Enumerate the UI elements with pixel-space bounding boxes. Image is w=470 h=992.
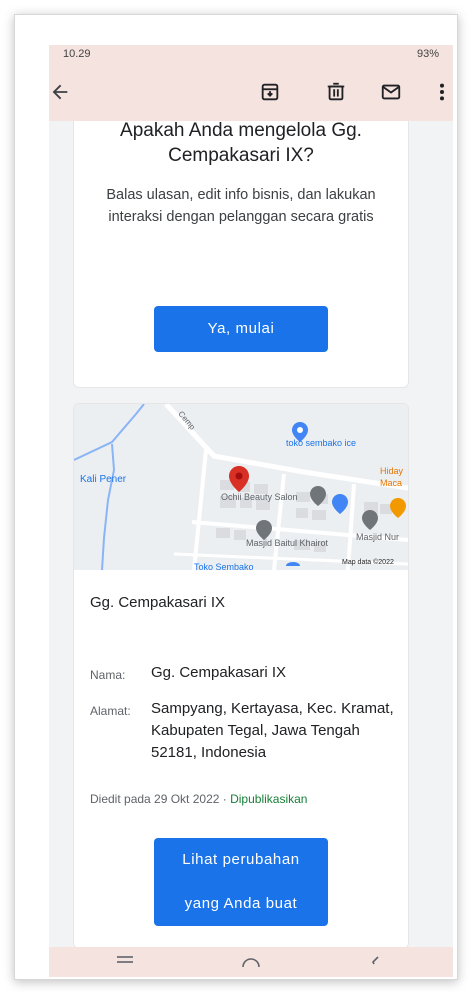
place-title: Gg. Cempakasari IX — [90, 594, 226, 611]
address-label: Alamat: — [90, 704, 131, 718]
map-label-kali-pener: Kali Pener — [80, 474, 127, 485]
map-label-masjid-nur: Masjid Nur — [356, 532, 400, 542]
email-content: Apakah Anda mengelola Gg. Cempakasari IX… — [49, 121, 453, 947]
back-button[interactable] — [49, 77, 75, 107]
home-circle-icon — [242, 958, 260, 967]
mail-button[interactable] — [376, 77, 406, 107]
more-vert-icon — [439, 83, 445, 101]
address-value: Sampyang, Kertayasa, Kec. Kramat, Kabupa… — [151, 700, 394, 761]
map-data-attribution: Map data ©2022 — [342, 559, 394, 566]
claim-business-card: Apakah Anda mengelola Gg. Cempakasari IX… — [73, 121, 409, 388]
arrow-left-icon — [52, 84, 68, 100]
map-graphic — [74, 404, 408, 570]
more-options-button[interactable] — [427, 77, 453, 107]
name-row: Nama: Gg. Cempakasari IX — [90, 662, 397, 686]
claim-headline: Apakah Anda mengelola Gg. Cempakasari IX… — [120, 121, 362, 166]
archive-icon — [261, 83, 279, 101]
recent-apps-button[interactable] — [113, 953, 137, 977]
delete-button[interactable] — [321, 77, 351, 107]
map-label-toko-sembako: Toko Sembako — [194, 562, 254, 570]
place-card: Kali Pener toko sembako ice Ochii Beauty… — [73, 403, 409, 947]
view-changes-line1: Lihat perubahan — [182, 851, 300, 868]
start-button[interactable]: Ya, mulai — [154, 306, 328, 352]
back-nav-button[interactable] — [363, 953, 387, 977]
view-changes-button[interactable]: Lihat perubahan yang Anda buat — [154, 838, 328, 926]
back-chevron-icon — [372, 956, 379, 965]
claim-subtitle: Balas ulasan, edit info bisnis, dan laku… — [106, 187, 376, 225]
map-label-hiday: Hiday — [380, 466, 404, 476]
map-label-ochii: Ochii Beauty Salon — [221, 492, 298, 502]
gmail-toolbar — [49, 63, 453, 121]
status-bar: 10.29 93% — [49, 45, 453, 63]
home-button[interactable] — [239, 953, 263, 977]
map-label-toko-sembako-ice: toko sembako ice — [286, 438, 357, 448]
mail-icon — [381, 84, 401, 100]
edited-status: Diedit pada 29 Okt 2022 · Dipublikasikan — [90, 792, 307, 806]
status-battery: 93% — [416, 48, 439, 60]
map-label-maca: Maca — [380, 478, 403, 488]
archive-button[interactable] — [255, 77, 285, 107]
status-time: 10.29 — [63, 48, 91, 60]
name-label: Nama: — [90, 668, 126, 682]
android-nav-bar — [49, 947, 453, 977]
address-row: Alamat: Sampyang, Kertayasa, Kec. Kramat… — [90, 698, 397, 764]
screenshot-frame: 10.29 93% Apakah Anda mengelola Gg. Cemp… — [14, 14, 458, 980]
phone-screen: 10.29 93% Apakah Anda mengelola Gg. Cemp… — [49, 45, 453, 977]
published-badge: Dipublikasikan — [230, 792, 308, 806]
edited-date: Diedit pada 29 Okt 2022 · — [90, 792, 231, 806]
map-label-masjid-baitul: Masjid Baitul Khairot — [246, 538, 329, 548]
location-map[interactable]: Kali Pener toko sembako ice Ochii Beauty… — [74, 404, 408, 570]
trash-icon — [327, 82, 345, 101]
name-value: Gg. Cempakasari IX — [151, 664, 287, 681]
menu-lines-icon — [117, 956, 133, 963]
view-changes-line2: yang Anda buat — [184, 895, 298, 912]
